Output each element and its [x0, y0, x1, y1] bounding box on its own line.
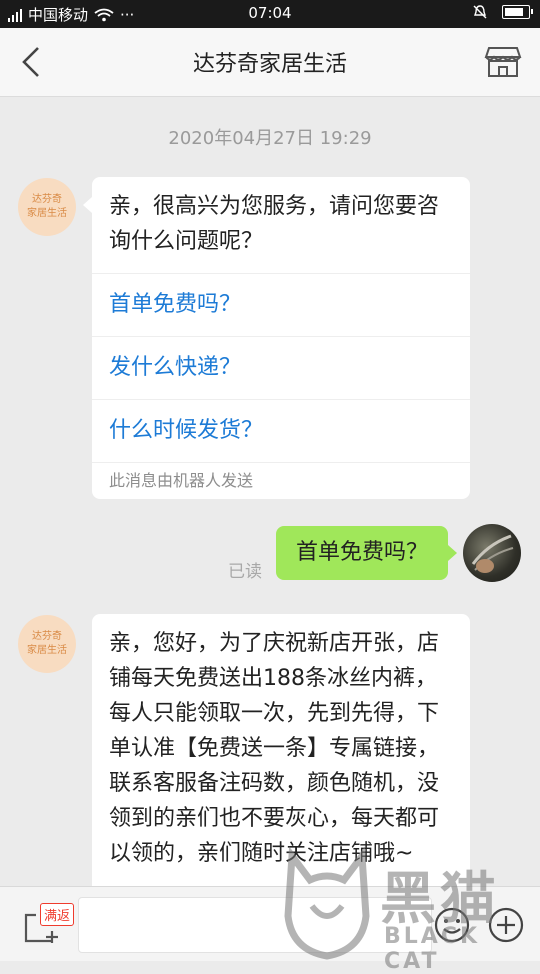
robot-note: 此消息由机器人发送	[92, 462, 470, 499]
read-status: 已读	[228, 562, 262, 582]
status-bar: 中国移动 ··· 07:04	[0, 0, 540, 28]
quick-question-ship-time[interactable]: 什么时候发货？	[92, 399, 470, 462]
reply-bubble: 亲，您好，为了庆祝新店开张，店铺每天免费送出188条冰丝内裤，每人只能领取一次，…	[92, 614, 470, 914]
chat-timestamp: 2020年04月27日 19:29	[168, 128, 372, 149]
battery-icon	[502, 5, 533, 19]
welcome-greeting: 亲，很高兴为您服务，请问您要咨询什么问题呢？	[109, 194, 440, 254]
quick-question-first-order-free[interactable]: 首单免费吗？	[92, 273, 470, 336]
nav-bar: 达芬奇家居生活	[0, 28, 540, 97]
message-input[interactable]	[78, 897, 432, 953]
user-avatar[interactable]	[463, 524, 521, 582]
store-icon	[484, 47, 522, 77]
more-button[interactable]	[486, 905, 526, 945]
mute-bell-icon	[473, 5, 487, 19]
emoji-button[interactable]	[432, 905, 472, 945]
shop-avatar-label: 达芬奇 家居生活	[27, 194, 67, 219]
user-photo	[471, 534, 514, 573]
page-title: 达芬奇家居生活	[192, 52, 347, 77]
smiley-icon	[434, 907, 470, 943]
reply-text: 亲，您好，为了庆祝新店开张，店铺每天免费送出188条冰丝内裤，每人只能领取一次，…	[109, 631, 440, 866]
welcome-bubble: 亲，很高兴为您服务，请问您要咨询什么问题呢？ 首单免费吗？ 发什么快递？ 什么时…	[83, 177, 470, 499]
status-right	[472, 4, 533, 20]
input-bar: 满返	[0, 886, 540, 961]
shop-avatar-label: 达芬奇 家居生活	[27, 631, 67, 656]
shop-avatar[interactable]: 达芬奇 家居生活	[18, 615, 76, 673]
shop-avatar[interactable]: 达芬奇 家居生活	[18, 178, 76, 236]
promo-badge: 满返	[40, 903, 75, 926]
quick-question-courier[interactable]: 发什么快递？	[92, 336, 470, 399]
plus-circle-icon	[488, 907, 524, 943]
shop-button[interactable]	[484, 42, 522, 80]
clock: 07:04	[248, 4, 292, 22]
user-message-bubble[interactable]: 首单免费吗？	[275, 526, 458, 580]
